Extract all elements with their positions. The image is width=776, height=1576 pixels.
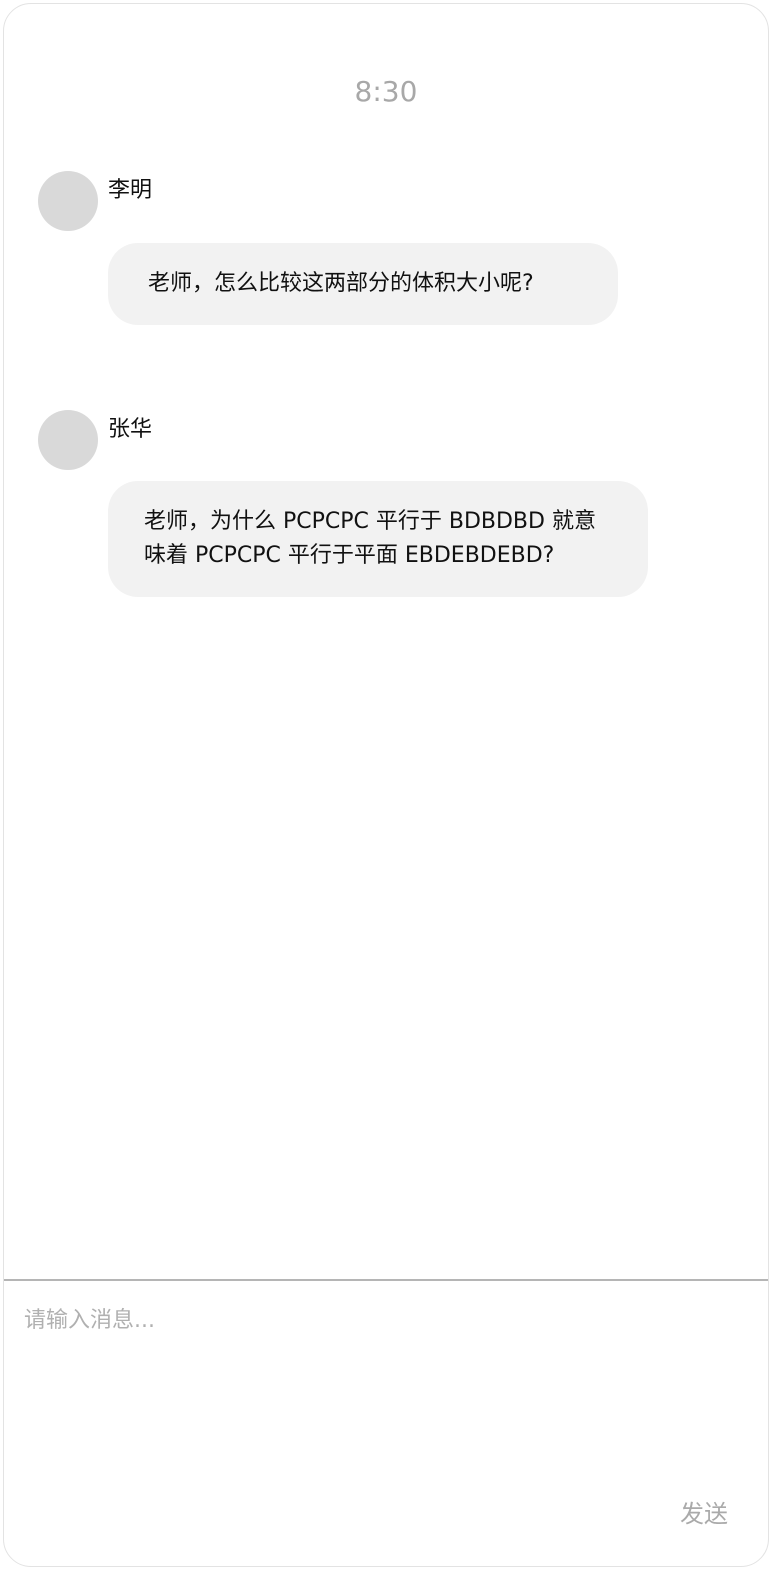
sender-name: 张华 bbox=[108, 417, 153, 442]
avatar[interactable] bbox=[38, 410, 98, 470]
chat-window: 8:30 李明 老师，怎么比较这两部分的体积大小呢? 张华 老师，为什么 PCP… bbox=[3, 3, 769, 1567]
message-item: 张华 老师，为什么 PCPCPC 平行于 BDBDBD 就意味着 PCPCPC … bbox=[4, 410, 768, 610]
message-bubble[interactable]: 老师，怎么比较这两部分的体积大小呢? bbox=[108, 243, 618, 325]
status-time: 8:30 bbox=[354, 75, 418, 108]
message-item: 李明 老师，怎么比较这两部分的体积大小呢? bbox=[4, 171, 768, 341]
send-button[interactable]: 发送 bbox=[680, 1498, 728, 1530]
composer-divider bbox=[4, 1279, 768, 1281]
composer bbox=[24, 1304, 748, 1484]
message-bubble[interactable]: 老师，为什么 PCPCPC 平行于 BDBDBD 就意味着 PCPCPC 平行于… bbox=[108, 481, 648, 597]
avatar[interactable] bbox=[38, 171, 98, 231]
sender-name: 李明 bbox=[108, 178, 153, 203]
message-input[interactable] bbox=[24, 1304, 748, 1484]
